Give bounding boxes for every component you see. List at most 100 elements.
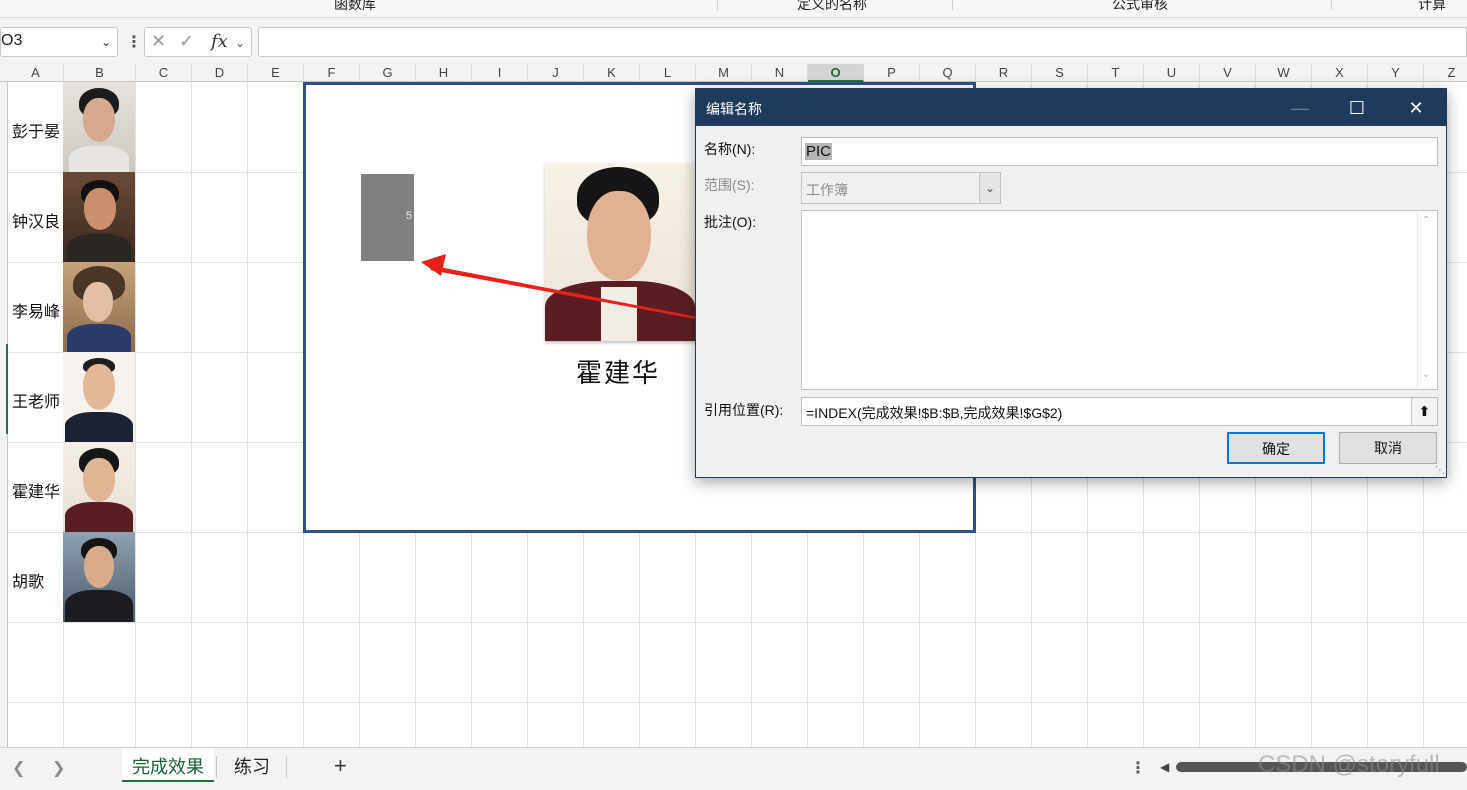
comment-textarea[interactable]: ⌃ ⌄: [801, 210, 1438, 390]
maximize-icon[interactable]: ☐: [1337, 93, 1377, 123]
formula-buttons: ✕ ✓ fx ⌄: [144, 27, 252, 57]
ribbon-separator: [1331, 0, 1332, 10]
cell-name-row2[interactable]: 彭于晏: [12, 118, 60, 142]
selected-name-label: 霍建华: [576, 358, 661, 388]
comment-scrollbar[interactable]: ⌃ ⌄: [1417, 211, 1437, 389]
column-header-x[interactable]: X: [1312, 64, 1368, 82]
column-header-b[interactable]: B: [64, 64, 136, 82]
cell-name-row4[interactable]: 李易峰: [12, 298, 60, 322]
column-header-c[interactable]: C: [136, 64, 192, 82]
sheet-tab-result[interactable]: 完成效果: [122, 748, 214, 782]
grid-line: [247, 82, 248, 747]
dialog-title: 编辑名称: [706, 101, 762, 117]
portrait-photo-2[interactable]: [63, 172, 135, 262]
ribbon-group-defined-names: 定义的名称: [797, 0, 867, 12]
column-header-j[interactable]: J: [528, 64, 584, 82]
sheet-tab-practice[interactable]: 练习: [220, 748, 284, 782]
column-header-o[interactable]: O: [808, 64, 864, 82]
comment-label: 批注(O):: [704, 214, 757, 230]
row-headers[interactable]: [0, 82, 8, 747]
grid-line: [8, 702, 1467, 703]
cell-name-row3[interactable]: 钟汉良: [12, 208, 60, 232]
ribbon-group-labels: 函数库 定义的名称 公式审核 计算: [0, 0, 1467, 18]
column-header-v[interactable]: V: [1200, 64, 1256, 82]
column-header-q[interactable]: Q: [920, 64, 976, 82]
refers-to-input[interactable]: =INDEX(完成效果!$B:$B,完成效果!$G$2) ⬆: [801, 397, 1438, 426]
portrait-photo-3[interactable]: [63, 262, 135, 352]
portrait-photo-1[interactable]: [63, 82, 135, 172]
grid-line: [8, 622, 1467, 623]
scroll-tabs-left-icon[interactable]: ❮: [12, 758, 25, 778]
dialog-titlebar[interactable]: 编辑名称 — ☐ ✕: [696, 89, 1446, 126]
column-header-w[interactable]: W: [1256, 64, 1312, 82]
scroll-tabs-right-icon[interactable]: ❯: [52, 758, 65, 778]
formula-bar: O3 ⌄ ⋮ ✕ ✓ fx ⌄: [0, 18, 1467, 64]
close-icon[interactable]: ✕: [1396, 93, 1436, 123]
chevron-down-icon[interactable]: ⌄: [235, 36, 245, 50]
column-header-k[interactable]: K: [584, 64, 640, 82]
resize-grip-icon[interactable]: ⋱: [1435, 465, 1445, 476]
chevron-down-icon[interactable]: ⌄: [979, 173, 1000, 203]
insert-function-icon[interactable]: fx: [211, 31, 228, 52]
cancel-icon[interactable]: ✕: [151, 31, 166, 52]
cancel-button[interactable]: 取消: [1339, 432, 1437, 464]
tab-separator: [216, 756, 217, 778]
minimize-icon[interactable]: —: [1280, 93, 1320, 123]
column-headers: A B C D E F G H I J K L M N O P Q R S T …: [0, 64, 1467, 82]
scroll-left-icon[interactable]: ◀: [1160, 760, 1169, 774]
more-options-icon[interactable]: ⋮: [126, 32, 142, 52]
column-header-d[interactable]: D: [192, 64, 248, 82]
column-header-i[interactable]: I: [472, 64, 528, 82]
index-value-cell[interactable]: 5: [361, 174, 414, 261]
excel-window: 函数库 定义的名称 公式审核 计算 O3 ⌄ ⋮ ✕ ✓ fx ⌄ A B C …: [0, 0, 1467, 790]
column-header-a[interactable]: A: [8, 64, 64, 82]
chevron-down-icon[interactable]: ⌄: [101, 35, 111, 49]
scroll-up-icon[interactable]: ⌃: [1422, 215, 1430, 226]
refers-to-label: 引用位置(R):: [704, 402, 784, 418]
scope-label: 范围(S):: [704, 177, 755, 193]
collapse-dialog-icon[interactable]: ⬆: [1411, 398, 1437, 425]
column-header-r[interactable]: R: [976, 64, 1032, 82]
scroll-down-icon[interactable]: ⌄: [1422, 369, 1430, 380]
name-label: 名称(N):: [704, 141, 756, 157]
portrait-photo-5[interactable]: [63, 442, 135, 532]
column-header-f[interactable]: F: [304, 64, 360, 82]
column-header-n[interactable]: N: [752, 64, 808, 82]
name-box-value: O3: [1, 32, 23, 49]
edit-name-dialog[interactable]: 编辑名称 — ☐ ✕ 名称(N): PIC 范围(S): 工作簿 ⌄ 批注(O)…: [695, 88, 1447, 478]
selected-portrait-photo[interactable]: [545, 163, 695, 341]
portrait-photo-4[interactable]: [63, 352, 135, 442]
cell-name-row7[interactable]: 胡歌: [12, 568, 44, 592]
add-sheet-icon[interactable]: +: [334, 753, 347, 779]
name-input-value: PIC: [805, 143, 833, 160]
index-value: 5: [405, 210, 412, 222]
watermark-text: CSDN @storyfull: [1258, 751, 1440, 778]
ribbon-group-function-library: 函数库: [334, 0, 376, 12]
column-header-z[interactable]: Z: [1424, 64, 1467, 82]
column-header-s[interactable]: S: [1032, 64, 1088, 82]
enter-icon[interactable]: ✓: [179, 31, 194, 52]
tab-separator: [286, 756, 287, 778]
portrait-photo-6[interactable]: [63, 532, 135, 622]
cell-name-row6[interactable]: 霍建华: [12, 478, 60, 502]
column-header-l[interactable]: L: [640, 64, 696, 82]
ok-button[interactable]: 确定: [1227, 432, 1325, 464]
cell-name-row5[interactable]: 王老师: [12, 388, 60, 412]
column-header-t[interactable]: T: [1088, 64, 1144, 82]
sheet-tabs-bar: ❮ ❯ 完成效果 练习 + ⋮ ◀ CSDN @storyfull: [0, 747, 1467, 790]
name-input[interactable]: PIC: [801, 137, 1438, 166]
column-header-g[interactable]: G: [360, 64, 416, 82]
ribbon-separator: [717, 0, 718, 10]
column-header-p[interactable]: P: [864, 64, 920, 82]
more-options-icon[interactable]: ⋮: [1130, 758, 1146, 778]
column-header-e[interactable]: E: [248, 64, 304, 82]
formula-input[interactable]: [258, 27, 1467, 57]
column-header-h[interactable]: H: [416, 64, 472, 82]
scope-select[interactable]: 工作簿 ⌄: [801, 172, 1001, 204]
column-header-m[interactable]: M: [696, 64, 752, 82]
scope-value: 工作簿: [806, 182, 848, 198]
grid-line: [191, 82, 192, 747]
column-header-u[interactable]: U: [1144, 64, 1200, 82]
column-header-y[interactable]: Y: [1368, 64, 1424, 82]
name-box[interactable]: O3 ⌄: [0, 27, 118, 57]
